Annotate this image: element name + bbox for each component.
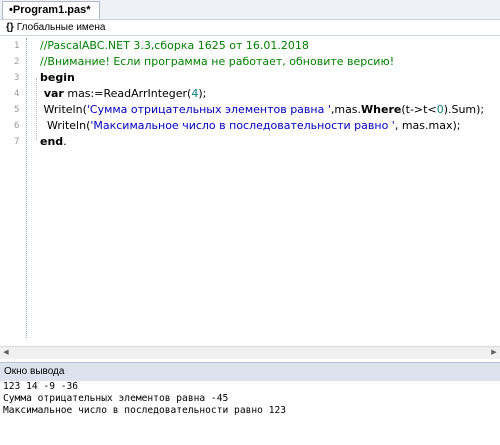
line-number: 4 — [14, 89, 20, 99]
braces-icon: {} — [6, 22, 14, 33]
code-token: end — [40, 135, 64, 148]
code-token: Where — [361, 103, 402, 116]
code-token: 'Максимальное число в последовательности… — [90, 119, 395, 132]
code-line: begin — [40, 70, 75, 86]
code-token: mas:=ReadArrInteger( — [63, 87, 192, 100]
code-token: begin — [40, 71, 75, 84]
tab-strip: •Program1.pas* — [0, 0, 500, 20]
code-token: 'Сумма отрицательных элементов равна ' — [86, 103, 331, 116]
line-number: 3 — [14, 73, 20, 83]
output-line: 123 14 -9 -36 — [3, 381, 79, 392]
scope-label: Глобальные имена — [16, 22, 106, 33]
output-line: Сумма отрицательных элементов равна -45 — [3, 393, 229, 404]
line-number: 2 — [14, 57, 20, 67]
scope-bar[interactable]: {} Глобальные имена — [0, 20, 500, 36]
code-line: //Внимание! Если программа не работает, … — [40, 54, 394, 70]
code-token: Writeln( — [40, 103, 87, 116]
code-token: 0 — [436, 103, 444, 116]
fold-guide — [36, 78, 38, 140]
output-line: Максимальное число в последовательности … — [3, 405, 287, 416]
code-line: end. — [40, 134, 67, 150]
line-number: 7 — [14, 137, 20, 147]
code-token: //PascalABC.NET 3.3,сборка 1625 от 16.01… — [40, 39, 309, 52]
code-token: Writeln( — [40, 119, 91, 132]
code-line: Writeln('Максимальное число в последоват… — [40, 118, 460, 134]
code-token: . — [63, 135, 67, 148]
output-panel-title: Окно вывода — [4, 366, 65, 377]
line-number: 5 — [14, 105, 20, 115]
code-line: var mas:=ReadArrInteger(4); — [40, 86, 207, 102]
code-token: ); — [198, 87, 207, 100]
code-token: , mas.max); — [394, 119, 461, 132]
output-panel-header: Окно вывода — [0, 362, 500, 382]
scroll-right-arrow-icon[interactable]: ▶ — [488, 347, 500, 359]
code-line: Writeln('Сумма отрицательных элементов р… — [40, 102, 484, 118]
code-token: ).Sum); — [443, 103, 485, 116]
code-editor[interactable]: //PascalABC.NET 3.3,сборка 1625 от 16.01… — [0, 36, 500, 346]
line-number: 6 — [14, 121, 20, 131]
code-token: (t->t< — [401, 103, 437, 116]
code-line: //PascalABC.NET 3.3,сборка 1625 от 16.01… — [40, 38, 309, 54]
tab-program1[interactable]: •Program1.pas* — [2, 1, 100, 19]
gutter-divider — [26, 38, 28, 338]
horizontal-scrollbar[interactable]: ◀ ▶ — [0, 346, 500, 359]
code-token: var — [40, 87, 64, 100]
line-number: 1 — [14, 41, 20, 51]
output-panel[interactable]: 123 14 -9 -36 Сумма отрицательных элемен… — [0, 381, 500, 445]
code-token: ,mas. — [330, 103, 362, 116]
scroll-left-arrow-icon[interactable]: ◀ — [0, 347, 12, 359]
code-token: //Внимание! Если программа не работает, … — [40, 55, 395, 68]
